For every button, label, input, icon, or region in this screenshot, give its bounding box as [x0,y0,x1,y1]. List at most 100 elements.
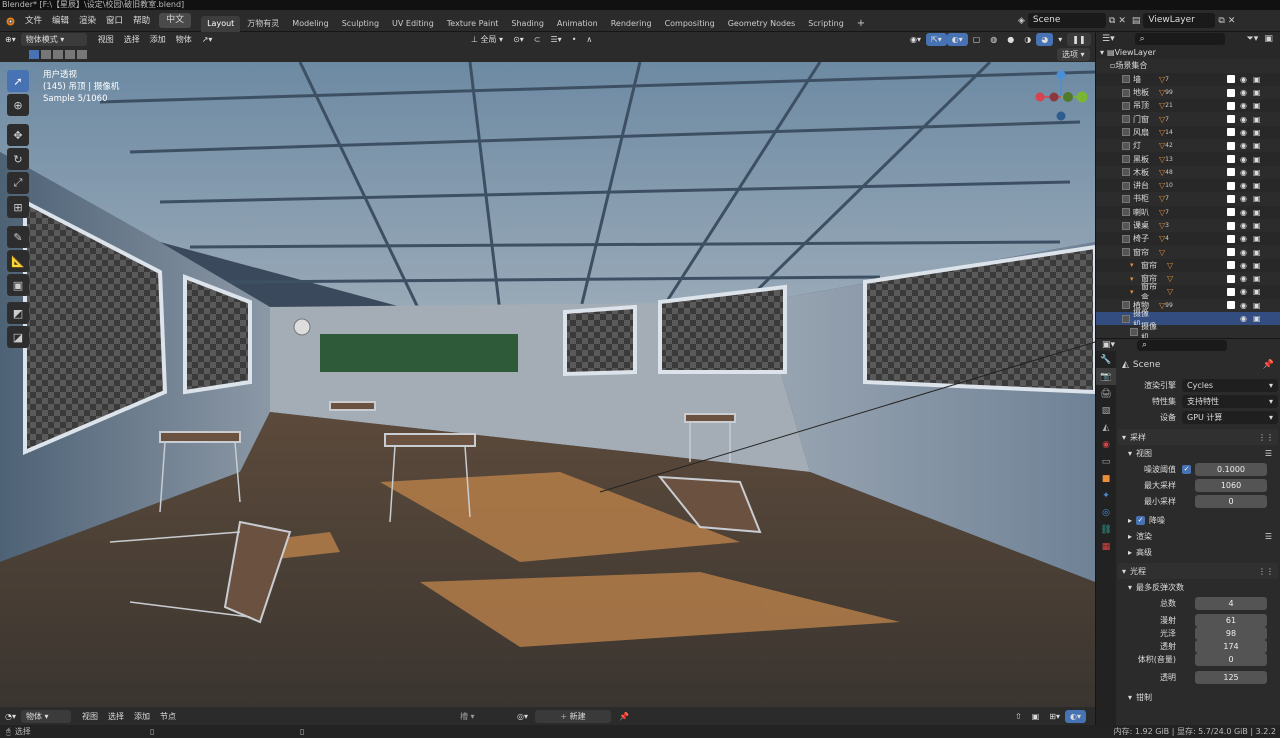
editor-type-icon[interactable]: ⊕▾ [0,33,21,46]
node-menu-node[interactable]: 节点 [155,710,181,723]
physics-tab-icon[interactable]: ◎ [1096,504,1116,521]
outliner-item[interactable]: 墙 ▽ 7 ◉ ▣ [1096,73,1280,86]
volume-field[interactable]: 0 [1195,653,1267,666]
tab-animation[interactable]: Animation [551,16,604,32]
outliner-editor-icon[interactable]: ☰▾ [1102,34,1115,44]
exclude-checkbox[interactable] [1227,115,1235,124]
3d-viewport[interactable] [0,62,1095,707]
tool-tab-icon[interactable]: 🔧 [1096,351,1116,368]
props-search-input[interactable]: ⌕ [1137,339,1228,351]
navigation-gizmo[interactable] [1034,70,1090,126]
camera-render-icon[interactable]: ▣ [1253,75,1261,84]
snap-target-icon[interactable]: ☰▾ [546,33,567,46]
diffuse-field[interactable]: 61 [1195,614,1267,627]
max-bounces-subpanel[interactable]: ▾ 最多反弹次数 [1118,579,1278,595]
slot-selector[interactable]: 槽 ▾ [455,710,510,723]
pause-render-icon[interactable]: ❚❚ [1067,32,1091,46]
shading-wire-icon[interactable]: ◍ [985,33,1002,46]
exclude-checkbox[interactable] [1227,221,1235,230]
constraint-tab-icon[interactable]: ⛓ [1096,521,1116,538]
node-menu-view[interactable]: 视图 [77,710,103,723]
render-engine-select[interactable]: Cycles ▾ [1182,378,1278,392]
select-intersect-icon[interactable] [77,49,87,59]
options-button[interactable]: 选项 ▾ [1057,47,1090,61]
outliner-scene-collection[interactable]: ▫ 场景集合 [1096,59,1280,73]
outliner-item[interactable]: 课桌 ▽ 3 ◉ ▣ [1096,218,1280,233]
modifier-tab-icon[interactable]: ✦ [1096,487,1116,504]
transmission-field[interactable]: 174 [1195,640,1267,653]
device-select[interactable]: GPU 计算 ▾ [1182,410,1278,424]
eye-icon[interactable]: ◉ [1240,314,1247,323]
blender-logo-icon[interactable] [0,15,20,27]
annotate-tool-icon[interactable]: ✎ [7,226,29,248]
measure-tool-icon[interactable]: 📐 [7,250,29,272]
outliner-item[interactable]: 窗帘 ▽ ◉ ▣ [1096,245,1280,259]
xray-icon[interactable]: ▢ [968,33,986,46]
tab-layout[interactable]: Layout [201,15,241,32]
texture-tab-icon[interactable]: ▦ [1096,538,1116,555]
cursor-tool-icon[interactable]: ⊕ [7,94,29,116]
backdrop-icon[interactable]: ▣ [1027,710,1045,723]
outliner-item[interactable]: 椅子 ▽ 4 ◉ ▣ [1096,232,1280,245]
move-tool-icon[interactable]: ✥ [7,124,29,146]
outliner-item[interactable]: 吊顶 ▽ 21 ◉ ▣ [1096,99,1280,112]
exclude-checkbox[interactable] [1227,301,1235,310]
menu-window[interactable]: 窗口 [101,10,128,32]
camera-render-icon[interactable]: ▣ [1253,194,1261,203]
total-field[interactable]: 4 [1195,596,1267,610]
scene-icon[interactable]: ◈ [1018,16,1025,26]
render-preset-icon[interactable]: ☰ [1265,532,1272,541]
scene-selector[interactable]: Scene [1027,13,1106,28]
inset-tool-icon[interactable]: ◪ [7,326,29,348]
outliner-item[interactable]: 风扇 ▽ 14 ◉ ▣ [1096,126,1280,139]
node-gizmo-icon[interactable]: ⊞▾ [1044,710,1065,723]
camera-render-icon[interactable]: ▣ [1253,101,1261,110]
menu-object[interactable]: 物体 [171,33,197,46]
shading-options-icon[interactable]: ▾ [1053,33,1067,46]
camera-render-icon[interactable]: ▣ [1253,287,1261,296]
eye-icon[interactable]: ◉ [1240,301,1247,310]
outliner-item[interactable]: ▾ 窗帘盒 ▽ ◉ ▣ [1096,282,1280,302]
tab-scripting[interactable]: Scripting [802,16,850,32]
viewlayer-icon[interactable]: ▤ [1132,16,1141,26]
output-tab-icon[interactable]: 🖨 [1096,385,1116,402]
exclude-checkbox[interactable] [1227,101,1235,110]
new-collection-icon[interactable]: ▣ [1264,34,1273,44]
filter-icon[interactable]: ⏷▾ [1247,34,1259,44]
object-tab-icon[interactable]: ■ [1096,470,1116,487]
eye-icon[interactable]: ◉ [1240,234,1247,243]
viewlayer-tab-icon[interactable]: ▧ [1096,402,1116,419]
delete-viewlayer-icon[interactable]: ✕ [1228,16,1236,26]
camera-render-icon[interactable]: ▣ [1253,221,1261,230]
eye-icon[interactable]: ◉ [1240,208,1247,217]
camera-render-icon[interactable]: ▣ [1253,248,1261,257]
add-cube-tool-icon[interactable]: ▣ [7,274,29,296]
outliner-item[interactable]: 讲台 ▽ 10 ◉ ▣ [1096,179,1280,192]
denoise-checkbox[interactable]: ✓ [1136,515,1146,525]
transparent-field[interactable]: 125 [1195,670,1267,684]
outliner-item[interactable]: ▾ 窗帘 ▽ ◉ ▣ [1096,272,1280,286]
tab-compositing[interactable]: Compositing [659,16,721,32]
pivot-icon[interactable]: ⊙▾ [508,33,529,46]
world-tab-icon[interactable]: ◉ [1096,436,1116,453]
select-box-icon[interactable] [29,49,39,59]
outliner-item[interactable]: ▾ 窗帘 ▽ ◉ ▣ [1096,259,1280,272]
outliner-item[interactable]: 摄像机 [1096,322,1280,342]
outliner-item[interactable]: 门窗 ▽ 7 ◉ ▣ [1096,112,1280,126]
camera-render-icon[interactable]: ▣ [1253,128,1261,137]
tab-shading[interactable]: Shading [505,16,550,32]
eye-icon[interactable]: ◉ [1240,274,1247,283]
outliner-item[interactable]: 灯 ▽ 42 ◉ ▣ [1096,139,1280,153]
light-paths-panel[interactable]: ▾ 光程 ⋮⋮ [1118,563,1278,579]
tab-texture-paint[interactable]: Texture Paint [441,16,505,32]
outliner-item[interactable]: 书柜 ▽ 7 ◉ ▣ [1096,192,1280,206]
drag-handle-icon[interactable]: ⋮⋮ [1258,433,1274,442]
visibility-icon[interactable]: ◉▾ [905,33,926,46]
feature-set-select[interactable]: 支持特性 ▾ [1182,394,1278,408]
pin-props-icon[interactable]: 📌 [1263,360,1274,370]
new-scene-icon[interactable]: ⧉ [1109,16,1115,26]
sampling-panel[interactable]: ▾ 采样 ⋮⋮ [1118,429,1278,445]
eye-icon[interactable]: ◉ [1240,194,1247,203]
select-invert-icon[interactable] [65,49,75,59]
viewport-subpanel[interactable]: ▾ 视图 ☰ [1118,445,1278,461]
